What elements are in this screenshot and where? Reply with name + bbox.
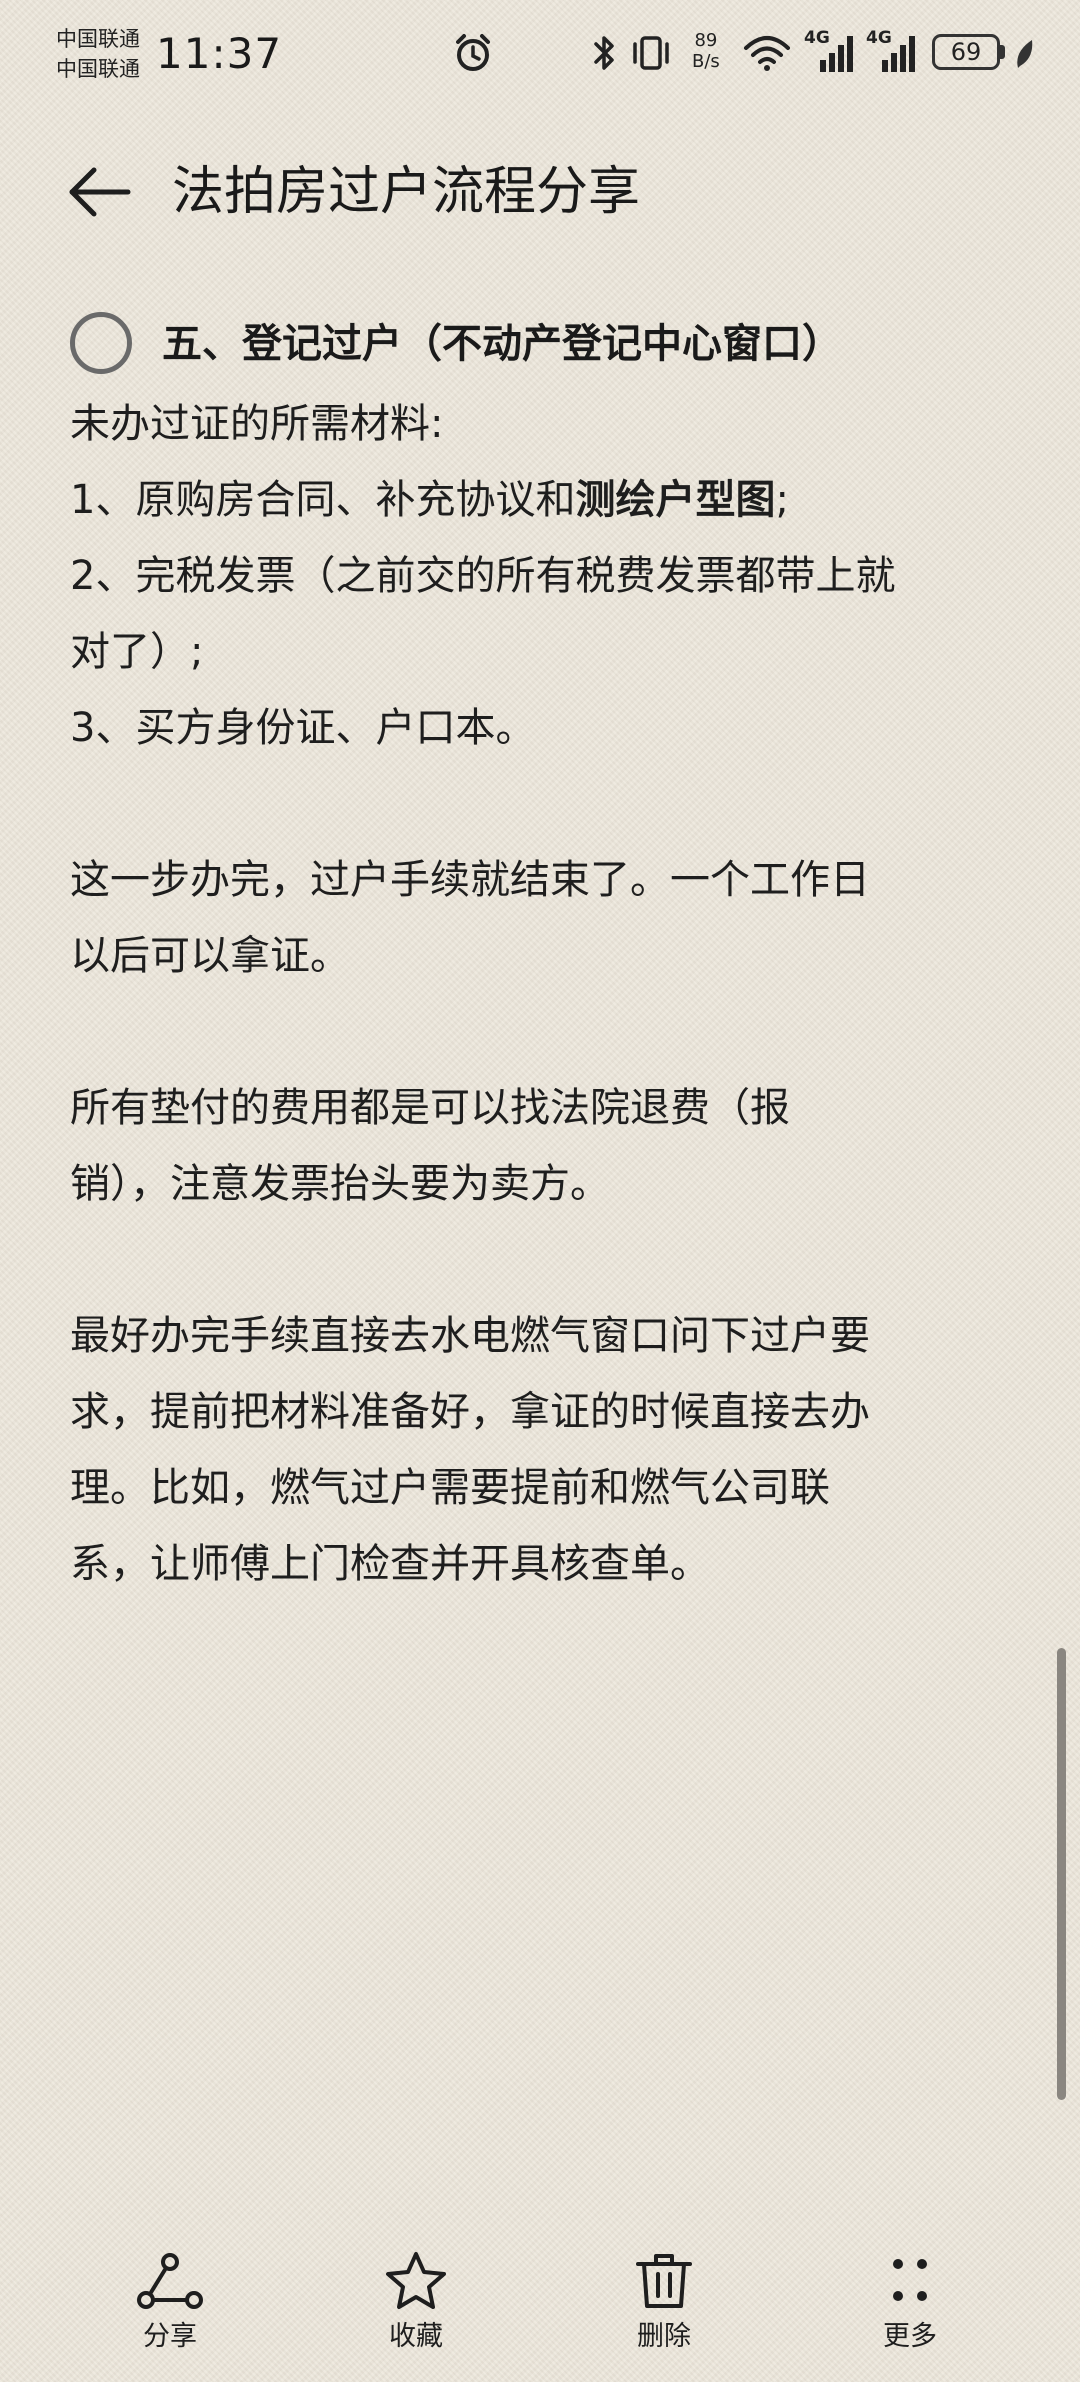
status-time: 11:37 bbox=[156, 29, 283, 78]
paragraph-line: 未办过证的所需材料: bbox=[70, 401, 444, 447]
paragraph-text: ; bbox=[775, 477, 789, 523]
paragraph-line: 3、买方身份证、户口本。 bbox=[70, 705, 536, 751]
paragraph-line: 这一步办完，过户手续就结束了。一个工作日 bbox=[70, 857, 870, 903]
paragraph-line: 求，提前把材料准备好，拿证的时候直接去办 bbox=[70, 1389, 870, 1435]
share-label: 分享 bbox=[143, 2321, 197, 2352]
paragraph-line: 1、原购房合同、补充协议和测绘户型图; bbox=[70, 462, 1020, 538]
paragraph-line: 系，让师傅上门检查并开具核查单。 bbox=[70, 1541, 710, 1587]
delete-button[interactable]: 删除 bbox=[584, 2250, 744, 2370]
alarm-icon bbox=[456, 34, 490, 71]
bluetooth-icon bbox=[594, 36, 614, 70]
todo-text: 五、登记过户（不动产登记中心窗口） bbox=[162, 321, 842, 367]
net-speed-value: 89 bbox=[694, 30, 718, 51]
paragraph-text: 1、原购房合同、补充协议和 bbox=[70, 477, 576, 523]
paragraph-line: 所有垫付的费用都是可以找法院退费（报 bbox=[70, 1085, 790, 1131]
scrollbar[interactable] bbox=[1057, 1648, 1066, 2100]
wifi-icon bbox=[744, 36, 790, 71]
delete-label: 删除 bbox=[637, 2321, 691, 2352]
more-icon bbox=[893, 2259, 927, 2301]
trash-icon bbox=[636, 2254, 692, 2308]
favorite-button[interactable]: 收藏 bbox=[336, 2250, 496, 2370]
carrier-2: 中国联通 bbox=[56, 57, 140, 81]
paragraph-line: 以后可以拿证。 bbox=[70, 933, 350, 979]
signal-icon bbox=[882, 36, 915, 72]
battery-icon: 69 bbox=[932, 34, 1000, 70]
paragraph-line: 最好办完手续直接去水电燃气窗口问下过户要 bbox=[70, 1313, 870, 1359]
share-icon bbox=[137, 2253, 203, 2309]
page-title: 法拍房过户流程分享 bbox=[172, 162, 641, 222]
arrow-left-icon bbox=[69, 167, 131, 217]
todo-checkbox[interactable] bbox=[70, 312, 132, 374]
leaf-icon bbox=[1017, 40, 1033, 68]
net-speed: 89 B/s bbox=[692, 30, 720, 72]
paragraph-line: 2、完税发票（之前交的所有税费发票都带上就 bbox=[70, 553, 896, 599]
signal-icon bbox=[820, 36, 853, 72]
battery-tip bbox=[1000, 45, 1005, 59]
paragraph-line: 对了）; bbox=[70, 629, 204, 675]
more-button[interactable]: 更多 bbox=[830, 2250, 990, 2370]
bottom-toolbar: 分享 收藏 删除 更多 bbox=[0, 2240, 1080, 2382]
more-label: 更多 bbox=[883, 2321, 937, 2352]
vibrate-icon bbox=[633, 36, 669, 70]
todo-item: 五、登记过户（不动产登记中心窗口） bbox=[70, 302, 1020, 386]
note-content[interactable]: 五、登记过户（不动产登记中心窗口） 未办过证的所需材料: 1、原购房合同、补充协… bbox=[70, 302, 1020, 1602]
paragraph-line: 理。比如，燃气过户需要提前和燃气公司联 bbox=[70, 1465, 830, 1511]
share-button[interactable]: 分享 bbox=[90, 2250, 250, 2370]
favorite-label: 收藏 bbox=[389, 2321, 443, 2352]
net-speed-unit: B/s bbox=[692, 51, 720, 72]
carrier-names: 中国联通 中国联通 bbox=[56, 24, 140, 84]
status-bar: 中国联通 中国联通 11:37 89 B/s 4G 4G 69 bbox=[0, 0, 1080, 112]
back-button[interactable] bbox=[64, 156, 136, 228]
app-header: 法拍房过户流程分享 bbox=[0, 130, 1080, 250]
star-icon bbox=[386, 2252, 446, 2309]
carrier-1: 中国联通 bbox=[56, 27, 140, 51]
paragraph-line: 销），注意发票抬头要为卖方。 bbox=[70, 1161, 610, 1207]
bold-text: 测绘户型图 bbox=[575, 477, 776, 523]
